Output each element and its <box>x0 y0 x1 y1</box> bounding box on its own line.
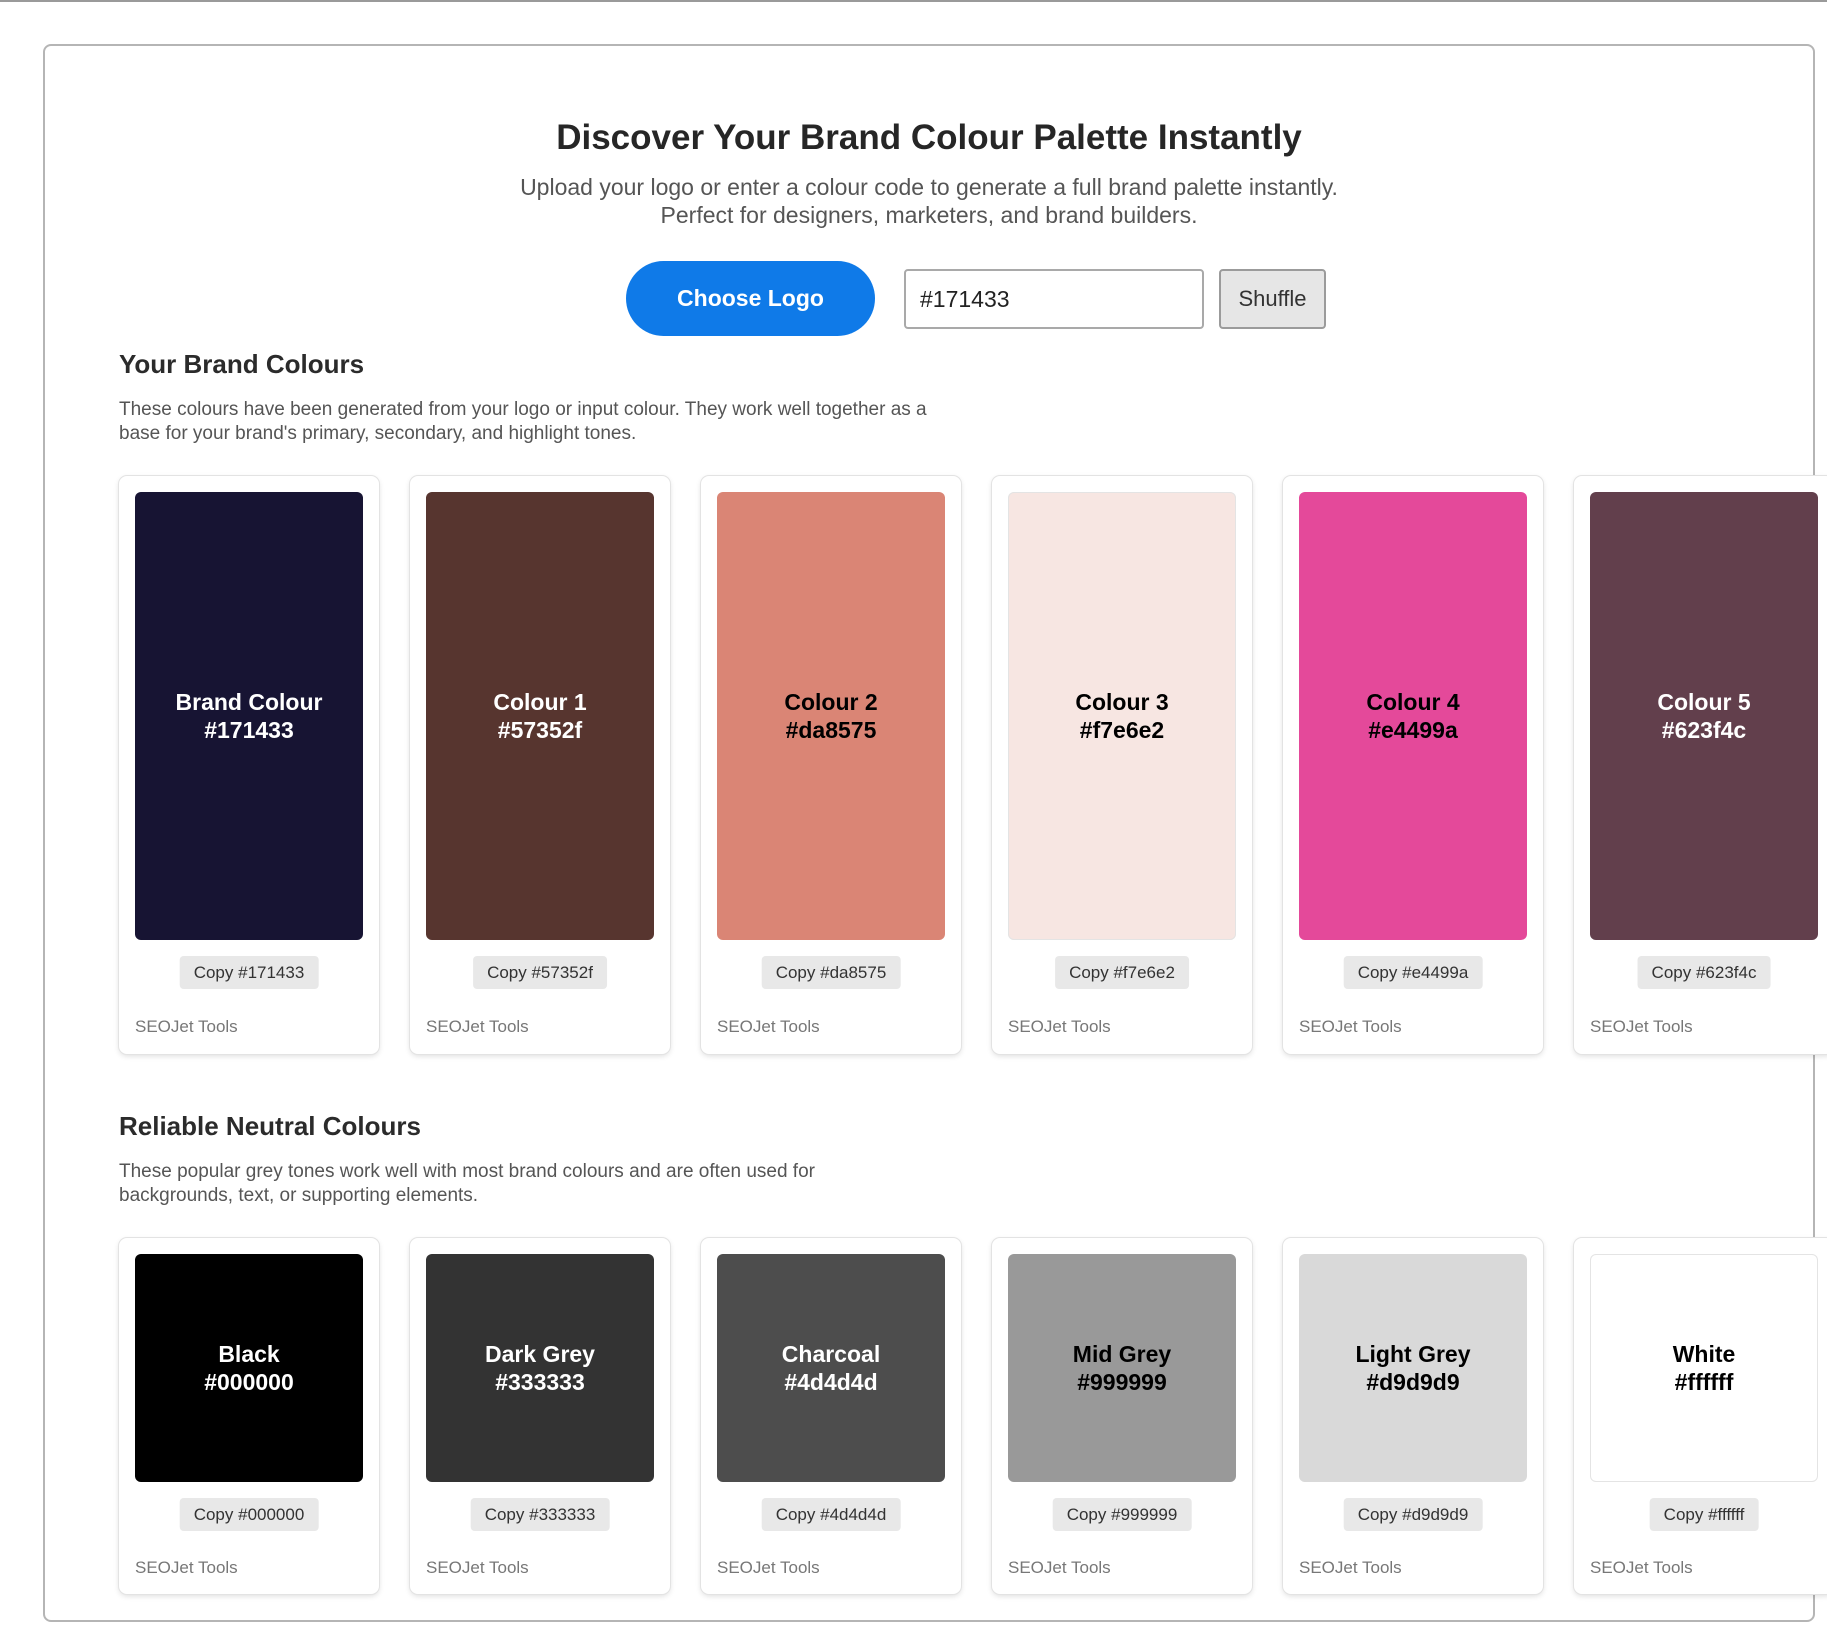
copy-hex-button[interactable]: Copy #999999 <box>1052 1498 1192 1531</box>
neutral-card-dark-grey: Dark Grey #333333 Copy #333333 SEOJet To… <box>410 1238 670 1594</box>
page-title: Discover Your Brand Colour Palette Insta… <box>556 118 1302 157</box>
card-credit: SEOJet Tools <box>717 1558 820 1577</box>
swatch-colour-hex: #999999 <box>1077 1369 1167 1395</box>
swatch-colour-hex: #171433 <box>204 717 294 743</box>
colour-swatch: Colour 5 #623f4c <box>1590 492 1818 940</box>
neutral-desc-line-1: These popular grey tones work well with … <box>119 1161 815 1182</box>
swatch-colour-name: Dark Grey <box>485 1341 595 1367</box>
swatch-colour-name: White <box>1672 1341 1736 1367</box>
swatch-colour-hex: #e4499a <box>1368 717 1458 743</box>
swatch-colour-hex: #4d4d4d <box>784 1369 878 1395</box>
neutral-desc-line-2: backgrounds, text, or supporting element… <box>119 1185 479 1206</box>
card-credit: SEOJet Tools <box>1590 1558 1693 1577</box>
card-credit: SEOJet Tools <box>426 1017 529 1036</box>
copy-hex-button[interactable]: Copy #000000 <box>179 1498 319 1531</box>
copy-hex-button[interactable]: Copy #623f4c <box>1637 956 1771 989</box>
card-credit: SEOJet Tools <box>1008 1017 1111 1036</box>
neutral-swatch: Dark Grey #333333 <box>426 1254 654 1482</box>
colour-card-3: Colour 3 #f7e6e2 Copy #f7e6e2 SEOJet Too… <box>992 476 1252 1054</box>
card-credit: SEOJet Tools <box>717 1017 820 1036</box>
subtitle-line-1: Upload your logo or enter a colour code … <box>520 174 1338 200</box>
neutral-card-black: Black #000000 Copy #000000 SEOJet Tools <box>119 1238 379 1594</box>
swatch-colour-name: Black <box>218 1341 280 1367</box>
swatch-colour-name: Colour 1 <box>493 689 587 715</box>
neutral-colours-description: These popular grey tones work well with … <box>119 1160 1059 1208</box>
neutral-swatch: Light Grey #d9d9d9 <box>1299 1254 1527 1482</box>
neutral-card-light-grey: Light Grey #d9d9d9 Copy #d9d9d9 SEOJet T… <box>1283 1238 1543 1594</box>
neutral-card-white: White #ffffff Copy #ffffff SEOJet Tools <box>1574 1238 1827 1594</box>
copy-hex-button[interactable]: Copy #333333 <box>470 1498 610 1531</box>
copy-hex-button[interactable]: Copy #da8575 <box>761 956 901 989</box>
copy-hex-button[interactable]: Copy #57352f <box>473 956 607 989</box>
swatch-colour-hex: #623f4c <box>1661 717 1747 743</box>
colour-card-4: Colour 4 #e4499a Copy #e4499a SEOJet Too… <box>1283 476 1543 1054</box>
swatch-colour-name: Charcoal <box>781 1341 881 1367</box>
subtitle-line-2: Perfect for designers, marketers, and br… <box>660 202 1198 228</box>
card-credit: SEOJet Tools <box>135 1558 238 1577</box>
brand-desc-line-1: These colours have been generated from y… <box>119 399 927 420</box>
swatch-colour-name: Colour 2 <box>784 689 878 715</box>
copy-hex-button[interactable]: Copy #171433 <box>179 956 319 989</box>
card-credit: SEOJet Tools <box>426 1558 529 1577</box>
colour-card-brand: Brand Colour #171433 Copy #171433 SEOJet… <box>119 476 379 1054</box>
swatch-colour-hex: #f7e6e2 <box>1079 717 1165 743</box>
colour-swatch: Colour 2 #da8575 <box>717 492 945 940</box>
colour-card-2: Colour 2 #da8575 Copy #da8575 SEOJet Too… <box>701 476 961 1054</box>
swatch-colour-hex: #da8575 <box>785 717 877 743</box>
copy-hex-button[interactable]: Copy #ffffff <box>1649 1498 1759 1531</box>
neutral-swatch: Mid Grey #999999 <box>1008 1254 1236 1482</box>
colour-swatch: Brand Colour #171433 <box>135 492 363 940</box>
card-credit: SEOJet Tools <box>1590 1017 1693 1036</box>
copy-hex-button[interactable]: Copy #f7e6e2 <box>1055 956 1189 989</box>
shuffle-button[interactable]: Shuffle <box>1219 269 1326 329</box>
card-credit: SEOJet Tools <box>1008 1558 1111 1577</box>
brand-colours-description: These colours have been generated from y… <box>119 398 1059 446</box>
swatch-colour-hex: #57352f <box>497 717 583 743</box>
swatch-colour-name: Mid Grey <box>1072 1341 1172 1367</box>
swatch-colour-name: Colour 5 <box>1657 689 1751 715</box>
neutral-colours-heading: Reliable Neutral Colours <box>119 1111 421 1141</box>
palette-tool-panel: Discover Your Brand Colour Palette Insta… <box>43 44 1827 1622</box>
colour-swatch: Colour 4 #e4499a <box>1299 492 1527 940</box>
swatch-colour-hex: #000000 <box>204 1369 294 1395</box>
swatch-colour-hex: #d9d9d9 <box>1366 1369 1460 1395</box>
colour-swatch: Colour 3 #f7e6e2 <box>1008 492 1236 940</box>
copy-hex-button[interactable]: Copy #d9d9d9 <box>1343 1498 1483 1531</box>
page-subtitle: Upload your logo or enter a colour code … <box>45 173 1813 229</box>
window-top-border <box>0 0 1827 2</box>
swatch-colour-name: Light Grey <box>1355 1341 1471 1367</box>
swatch-colour-name: Brand Colour <box>175 689 323 715</box>
neutral-card-mid-grey: Mid Grey #999999 Copy #999999 SEOJet Too… <box>992 1238 1252 1594</box>
colour-code-input[interactable] <box>904 269 1204 329</box>
neutral-swatch: Charcoal #4d4d4d <box>717 1254 945 1482</box>
copy-hex-button[interactable]: Copy #4d4d4d <box>761 1498 901 1531</box>
choose-logo-button[interactable]: Choose Logo <box>626 261 875 336</box>
swatch-colour-hex: #333333 <box>495 1369 585 1395</box>
swatch-colour-name: Colour 4 <box>1366 689 1460 715</box>
card-credit: SEOJet Tools <box>1299 1558 1402 1577</box>
colour-swatch: Colour 1 #57352f <box>426 492 654 940</box>
copy-hex-button[interactable]: Copy #e4499a <box>1343 956 1483 989</box>
neutral-swatch: White #ffffff <box>1590 1254 1818 1482</box>
card-credit: SEOJet Tools <box>135 1017 238 1036</box>
neutral-card-charcoal: Charcoal #4d4d4d Copy #4d4d4d SEOJet Too… <box>701 1238 961 1594</box>
swatch-colour-name: Colour 3 <box>1075 689 1169 715</box>
swatch-colour-hex: #ffffff <box>1674 1369 1734 1395</box>
brand-desc-line-2: base for your brand's primary, secondary… <box>119 423 637 444</box>
colour-card-1: Colour 1 #57352f Copy #57352f SEOJet Too… <box>410 476 670 1054</box>
colour-card-5: Colour 5 #623f4c Copy #623f4c SEOJet Too… <box>1574 476 1827 1054</box>
brand-colours-heading: Your Brand Colours <box>119 349 365 379</box>
card-credit: SEOJet Tools <box>1299 1017 1402 1036</box>
neutral-swatch: Black #000000 <box>135 1254 363 1482</box>
